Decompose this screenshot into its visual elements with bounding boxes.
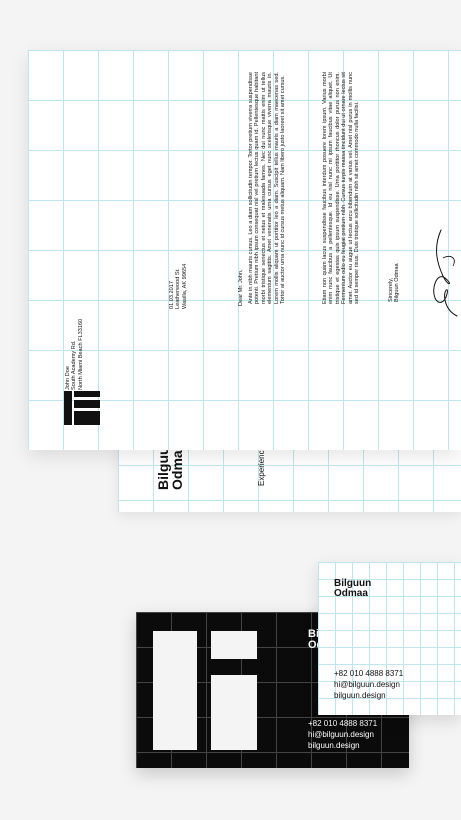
logo-mark-icon [64, 391, 100, 425]
card-black-website: bilguun.design [308, 741, 360, 750]
logo-block-tall [153, 631, 197, 750]
business-card-white: Bilguun Odmaa +82 010 4888 8371 hi@bilgu… [318, 562, 461, 715]
card-white-name: Bilguun Odmaa [334, 579, 371, 599]
recipient-block: 01.03.2017 Leatherwood St. Wasilla, AK 9… [169, 249, 193, 309]
recipient-street: Leatherwood St. [175, 268, 182, 309]
letter-closing: Sincerely, Bilguun Odmaa [388, 250, 408, 310]
letter-paragraph-1: Ante in nibh mauris cursus. Leo a diam s… [248, 72, 318, 392]
logo-block-bottom [211, 675, 257, 750]
card-white-phone: +82 010 4888 8371 [334, 669, 404, 678]
resume-experience-label: Experience [257, 445, 266, 486]
sender-city: North Miami Beach FL33160 [77, 318, 84, 390]
card-black-phone: +82 010 4888 8371 [308, 719, 378, 728]
card-black-contact: +82 010 4888 8371 hi@bilguun.design bilg… [308, 718, 377, 751]
paragraph-1-text: Ante in nibh mauris cursus. Leo a diam s… [248, 72, 287, 304]
card-white-email: hi@bilguun.design [334, 680, 400, 689]
resume-section-label: Experience [257, 446, 269, 506]
letter-paragraph-2: Etiam non quam lacus suspendisse faucibu… [322, 72, 378, 312]
card-black-email: hi@bilguun.design [308, 730, 374, 739]
card-white-contact: +82 010 4888 8371 hi@bilguun.design bilg… [334, 668, 403, 701]
card-white-website: bilguun.design [334, 691, 386, 700]
letter-sheet: John Doe South Academy Rd. North Miami B… [28, 50, 461, 450]
greeting-text: Dear Mr. John, [238, 269, 244, 306]
card-white-name-line2: Odmaa [334, 588, 368, 599]
paragraph-2-text: Etiam non quam lacus suspendisse faucibu… [322, 72, 361, 304]
sender-address: John Doe South Academy Rd. North Miami B… [65, 300, 89, 390]
signer-name: Bilguun Odmaa [394, 263, 401, 302]
logo-block-top [211, 631, 257, 659]
resume-name: Bilguun Odmaa [155, 438, 196, 510]
recipient-city: Wasilla, AK 99654 [181, 263, 188, 309]
greeting: Dear Mr. John, [238, 256, 246, 316]
signature-icon [433, 229, 458, 317]
